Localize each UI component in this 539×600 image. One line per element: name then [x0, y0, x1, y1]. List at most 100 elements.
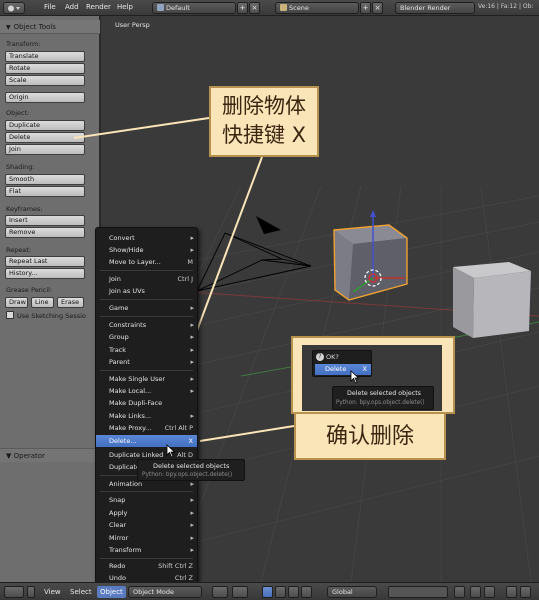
confirm-tooltip: Delete selected objects Python: bpy.ops.…	[332, 386, 434, 410]
snap-target-icon[interactable]	[484, 586, 495, 598]
translate-manipulator-icon[interactable]	[275, 586, 286, 598]
submenu-arrow-icon: ▸	[190, 412, 194, 420]
menu-item-make-links[interactable]: Make Links... ▸	[96, 410, 197, 422]
scale-button[interactable]: Scale	[5, 75, 85, 86]
repeat-label: Repeat:	[6, 246, 32, 254]
rotate-manipulator-icon[interactable]	[288, 586, 299, 598]
mouse-cursor-icon	[350, 370, 360, 384]
menu-item-group[interactable]: Group ▸	[96, 331, 197, 343]
menu-item-game[interactable]: Game ▸	[96, 302, 197, 314]
manipulator-toggle[interactable]	[262, 586, 273, 598]
shortcut-label: Shift Ctrl Z	[158, 562, 193, 570]
snap-icon[interactable]	[470, 586, 481, 598]
transform-orientation-field[interactable]: Global	[327, 586, 377, 598]
delete-button[interactable]: Delete	[5, 132, 85, 143]
menu-render[interactable]: Render	[86, 3, 111, 11]
confirm-tooltip-title: Delete selected objects	[347, 390, 421, 397]
grease-draw-button[interactable]: Draw	[5, 297, 28, 308]
duplicate-button[interactable]: Duplicate	[5, 120, 85, 131]
submenu-arrow-icon: ▸	[190, 304, 194, 312]
render-engine-value: Blender Render	[400, 4, 451, 12]
menu-separator	[100, 558, 193, 559]
menu-object[interactable]: Object	[97, 586, 126, 598]
grease-pencil-label: Grease Pencil:	[6, 286, 53, 294]
object-tools-header[interactable]: ▼ Object Tools	[0, 20, 100, 34]
editor-type-button[interactable]	[4, 586, 24, 598]
mouse-cursor-icon	[166, 444, 176, 458]
rotate-button[interactable]: Rotate	[5, 63, 85, 74]
menu-item-mirror[interactable]: Mirror ▸	[96, 532, 197, 544]
menu-item-snap[interactable]: Snap ▸	[96, 494, 197, 506]
menu-view[interactable]: View	[44, 588, 61, 596]
grease-erase-button[interactable]: Erase	[57, 297, 84, 308]
menu-file[interactable]: File	[44, 3, 56, 11]
object-tools-title: Object Tools	[13, 23, 56, 31]
remove-screen-button[interactable]: ×	[249, 2, 260, 14]
menu-item-clear[interactable]: Clear ▸	[96, 519, 197, 531]
delete-tooltip: Delete selected objects Python: bpy.ops.…	[137, 459, 245, 481]
question-icon: ?	[316, 353, 324, 361]
remove-scene-button[interactable]: ×	[372, 2, 383, 14]
use-sketching-checkbox[interactable]	[6, 311, 14, 319]
add-screen-button[interactable]: +	[237, 2, 248, 14]
menu-item-make-local[interactable]: Make Local... ▸	[96, 385, 197, 397]
menu-item-make-dupli-face[interactable]: Make Dupli-Face	[96, 397, 197, 409]
tooltip-title: Delete selected objects	[153, 462, 230, 470]
menu-item-join-as-uvs[interactable]: Join as UVs	[96, 285, 197, 297]
menu-item-constraints[interactable]: Constraints ▸	[96, 319, 197, 331]
screen-layout-value: Default	[166, 4, 190, 12]
menu-item-apply[interactable]: Apply ▸	[96, 507, 197, 519]
remove-keyframe-button[interactable]: Remove	[5, 227, 85, 238]
scale-manipulator-icon[interactable]	[301, 586, 312, 598]
camera-object[interactable]	[196, 216, 312, 292]
menu-add[interactable]: Add	[65, 3, 79, 11]
menu-select[interactable]: Select	[70, 588, 92, 596]
submenu-arrow-icon: ▸	[190, 333, 194, 341]
operator-panel-header[interactable]: ▼ Operator	[0, 448, 100, 462]
menu-help[interactable]: Help	[117, 3, 133, 11]
pivot-point-button[interactable]	[232, 586, 248, 598]
shortcut-callout: 删除物体 快捷键 X	[209, 86, 319, 157]
layer-buttons[interactable]	[388, 586, 448, 598]
menu-separator	[100, 370, 193, 371]
menu-item-make-single-user[interactable]: Make Single User ▸	[96, 373, 197, 385]
add-scene-button[interactable]: +	[360, 2, 371, 14]
translate-button[interactable]: Translate	[5, 51, 85, 62]
render-engine-field[interactable]: Blender Render	[395, 2, 475, 14]
screen-icon	[157, 4, 164, 11]
menu-item-move-to-layer[interactable]: Move to Layer... M	[96, 256, 197, 268]
menu-item-make-proxy[interactable]: Make Proxy... Ctrl Alt P	[96, 422, 197, 434]
submenu-arrow-icon: ▸	[190, 387, 194, 395]
history-button[interactable]: History...	[5, 268, 85, 279]
menu-item-join[interactable]: Join Ctrl J	[96, 273, 197, 285]
menu-item-track[interactable]: Track ▸	[96, 344, 197, 356]
insert-keyframe-button[interactable]: Insert	[5, 215, 85, 226]
callout-line-1: 删除物体	[222, 94, 306, 118]
anim-render-icon[interactable]	[520, 586, 531, 598]
lock-icon[interactable]	[454, 586, 465, 598]
shortcut-label: Ctrl Alt P	[164, 424, 193, 432]
grease-line-button[interactable]: Line	[31, 297, 54, 308]
render-icon[interactable]	[506, 586, 517, 598]
menu-item-show-hide[interactable]: Show/Hide ▸	[96, 244, 197, 256]
submenu-arrow-icon: ▸	[190, 546, 194, 554]
scene-field[interactable]: Scene	[275, 2, 359, 14]
menu-item-redo[interactable]: Redo Shift Ctrl Z	[96, 560, 197, 572]
smooth-button[interactable]: Smooth	[5, 174, 85, 185]
join-button[interactable]: Join	[5, 144, 85, 155]
screen-layout-field[interactable]: Default	[152, 2, 236, 14]
mode-selector[interactable]: Object Mode	[128, 586, 202, 598]
repeat-last-button[interactable]: Repeat Last	[5, 256, 85, 267]
menu-item-parent[interactable]: Parent ▸	[96, 356, 197, 368]
flat-button[interactable]: Flat	[5, 186, 85, 197]
submenu-arrow-icon: ▸	[190, 234, 194, 242]
viewport-shading-button[interactable]	[212, 586, 228, 598]
origin-button[interactable]: Origin	[5, 92, 85, 103]
menu-item-delete[interactable]: Delete... X	[96, 435, 197, 447]
grey-cube[interactable]	[453, 262, 531, 338]
menu-item-convert[interactable]: Convert ▸	[96, 232, 197, 244]
menu-item-transform[interactable]: Transform ▸	[96, 544, 197, 556]
confirm-delete-button[interactable]: Delete X	[315, 364, 371, 375]
editor-type-button[interactable]	[3, 2, 25, 14]
header-collapse-button[interactable]	[27, 586, 35, 598]
